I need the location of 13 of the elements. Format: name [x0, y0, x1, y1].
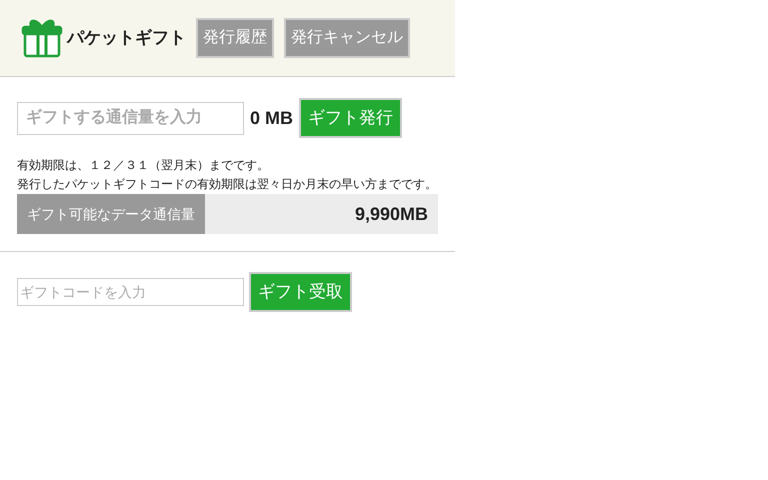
note-text: 有効期限は、１２／３１（翌月末）までです。 [17, 157, 270, 174]
receive-gift-button[interactable]: ギフト受取 [249, 272, 352, 312]
app-title: パケットギフト [67, 27, 186, 50]
header-button[interactable]: 発行履歴 [196, 18, 274, 58]
issue-gift-button[interactable]: ギフト発行 [299, 98, 402, 138]
amount-input-field[interactable]: ギフトする通信量を入力 [17, 102, 244, 134]
available-label: ギフト可能なデータ通信量 [17, 194, 205, 234]
gift-code-input-field[interactable]: ギフトコードを入力 [17, 278, 244, 306]
note-text: 発行したパケットギフトコードの有効期限は翌々日か月末の早い方までです。 [17, 176, 438, 193]
amount-value: 0 MB [250, 106, 294, 130]
gift-box-icon [21, 18, 63, 58]
available-value: 9,990MB [354, 202, 429, 226]
header-button[interactable]: 発行キャンセル [284, 18, 410, 58]
